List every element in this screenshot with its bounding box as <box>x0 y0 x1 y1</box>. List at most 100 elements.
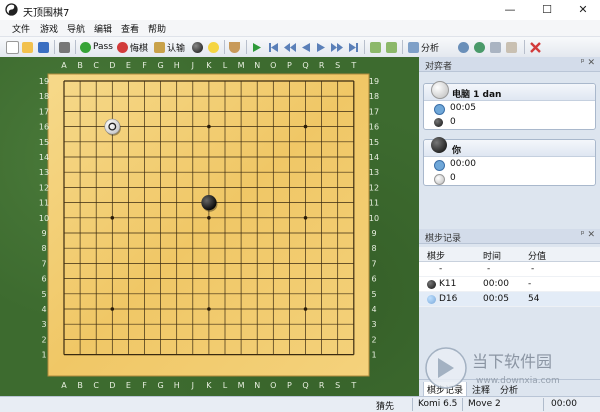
open-folder-icon[interactable] <box>22 40 33 54</box>
black-stone-icon <box>431 137 447 153</box>
row-label: 6 <box>371 275 376 284</box>
bowl-icon[interactable] <box>229 40 240 54</box>
score-cell: 54 <box>528 294 540 304</box>
watermark-logo: 当下软件园 www.downxia.com <box>425 347 560 389</box>
score-cell: - <box>531 264 535 274</box>
settings-icon[interactable] <box>490 40 501 54</box>
moves-panel-title: 棋步记录 <box>425 234 462 244</box>
analyze-icon <box>408 41 419 53</box>
row-label: 17 <box>369 107 379 116</box>
go-board[interactable]: ABCDEFGHJKLMNOPQRST ABCDEFGHJKLMNOPQRST … <box>0 57 419 396</box>
undo-button[interactable]: 悔棋 <box>117 40 148 54</box>
globe-icon[interactable] <box>474 40 485 54</box>
menu-navigate[interactable]: 导航 <box>67 22 85 35</box>
column-label: J <box>191 61 194 70</box>
table-row[interactable]: K11 00:00 - <box>419 277 600 292</box>
player-captures-row: 0 <box>424 171 595 185</box>
menu-help[interactable]: 帮助 <box>148 22 166 35</box>
menu-file[interactable]: 文件 <box>12 22 30 35</box>
pass-button[interactable]: Pass <box>80 40 113 54</box>
print-icon[interactable] <box>59 40 70 54</box>
status-separator <box>412 398 413 411</box>
star-point <box>110 307 115 311</box>
column-label: C <box>93 381 99 390</box>
menu-view[interactable]: 查看 <box>121 22 139 35</box>
star-point <box>303 124 308 129</box>
players-panel-title: 对弈者 <box>425 62 453 72</box>
table-row[interactable]: - - - <box>419 262 600 277</box>
branch-forward-icon[interactable] <box>386 40 397 54</box>
new-file-icon[interactable] <box>6 40 19 54</box>
row-label: 5 <box>41 290 46 299</box>
previous-move-icon[interactable] <box>301 40 311 54</box>
column-header-score[interactable]: 分值 <box>528 249 546 262</box>
maximize-button[interactable]: ☐ <box>529 0 565 20</box>
resign-label: 认输 <box>167 43 186 54</box>
move-cell: K11 <box>439 279 457 289</box>
move-cell: - <box>439 264 443 274</box>
time-cell: 00:05 <box>483 294 509 304</box>
next-move-icon[interactable] <box>316 40 326 54</box>
star-point <box>303 216 308 220</box>
column-label: Q <box>302 381 308 390</box>
player-name: 电脑 1 dan <box>452 90 502 100</box>
play-icon[interactable] <box>252 40 262 54</box>
column-header-time[interactable]: 时间 <box>483 249 501 262</box>
row-label: 19 <box>39 77 49 86</box>
menu-game[interactable]: 游戏 <box>40 22 58 35</box>
first-move-icon[interactable] <box>268 40 279 54</box>
row-label: 5 <box>371 290 376 299</box>
back-ten-icon[interactable] <box>284 40 296 54</box>
resign-button[interactable]: 认输 <box>154 40 185 54</box>
row-label: 18 <box>369 92 379 101</box>
eraser-icon[interactable] <box>506 40 517 54</box>
column-label: K <box>206 61 212 70</box>
close-window-button[interactable]: ✕ <box>565 0 600 20</box>
menu-bar: 文件 游戏 导航 编辑 查看 帮助 <box>0 20 600 37</box>
row-label: 13 <box>39 168 49 177</box>
table-row-selected[interactable]: D16 00:05 54 <box>419 292 600 307</box>
column-label: G <box>157 381 163 390</box>
tool-icon[interactable] <box>458 40 469 54</box>
panel-pin-close-icon[interactable]: ᵖ ✕ <box>581 230 595 240</box>
watermark-url: www.downxia.com <box>476 376 560 386</box>
star-point <box>207 124 211 129</box>
save-icon[interactable] <box>38 40 49 54</box>
column-label: O <box>270 381 276 390</box>
branch-back-icon[interactable] <box>370 40 381 54</box>
white-stone-icon <box>427 295 436 304</box>
black-stone-icon <box>427 280 436 289</box>
row-label: 3 <box>371 320 376 329</box>
forward-ten-icon[interactable] <box>331 40 343 54</box>
panel-pin-close-icon[interactable]: ᵖ ✕ <box>581 58 595 68</box>
title-bar: 天顶围棋7 — ☐ ✕ <box>0 0 600 20</box>
row-label: 8 <box>41 244 46 253</box>
analyze-button[interactable]: 分析 <box>408 40 439 54</box>
column-labels-bottom: A B C D E F G H J K L MN O P Q R S T <box>61 381 356 390</box>
row-label: 15 <box>39 138 49 147</box>
column-labels-top: A B C D E F G H J K L MN O P Q R S T <box>61 61 356 70</box>
column-header-move[interactable]: 棋步 <box>427 249 445 262</box>
status-clock: 00:00 <box>551 399 577 409</box>
minimize-button[interactable]: — <box>492 0 528 20</box>
hint-bulb-icon[interactable] <box>208 40 219 54</box>
column-label: R <box>319 61 325 70</box>
stone-toggle-icon[interactable] <box>192 40 203 54</box>
last-move-icon[interactable] <box>348 40 359 54</box>
column-label: L <box>223 61 228 70</box>
player-card-computer: 电脑 1 dan 00:05 0 <box>423 81 596 130</box>
row-label: 9 <box>371 229 376 238</box>
row-label: 11 <box>369 199 379 208</box>
clock-icon <box>434 104 445 115</box>
menu-edit[interactable]: 编辑 <box>94 22 112 35</box>
row-label: 13 <box>369 168 379 177</box>
column-label: M <box>238 61 245 70</box>
analyze-label: 分析 <box>421 43 440 54</box>
column-label: S <box>335 381 340 390</box>
column-label: H <box>174 381 180 390</box>
column-label: M <box>238 381 245 390</box>
row-label: 9 <box>41 229 46 238</box>
player-captures-row: 0 <box>424 115 595 129</box>
delete-icon[interactable] <box>530 40 541 54</box>
row-labels-right: 19 18 17 16 15 14 13 12 11 10 9 8 7 6 5 4 3 2 1 <box>369 77 379 360</box>
